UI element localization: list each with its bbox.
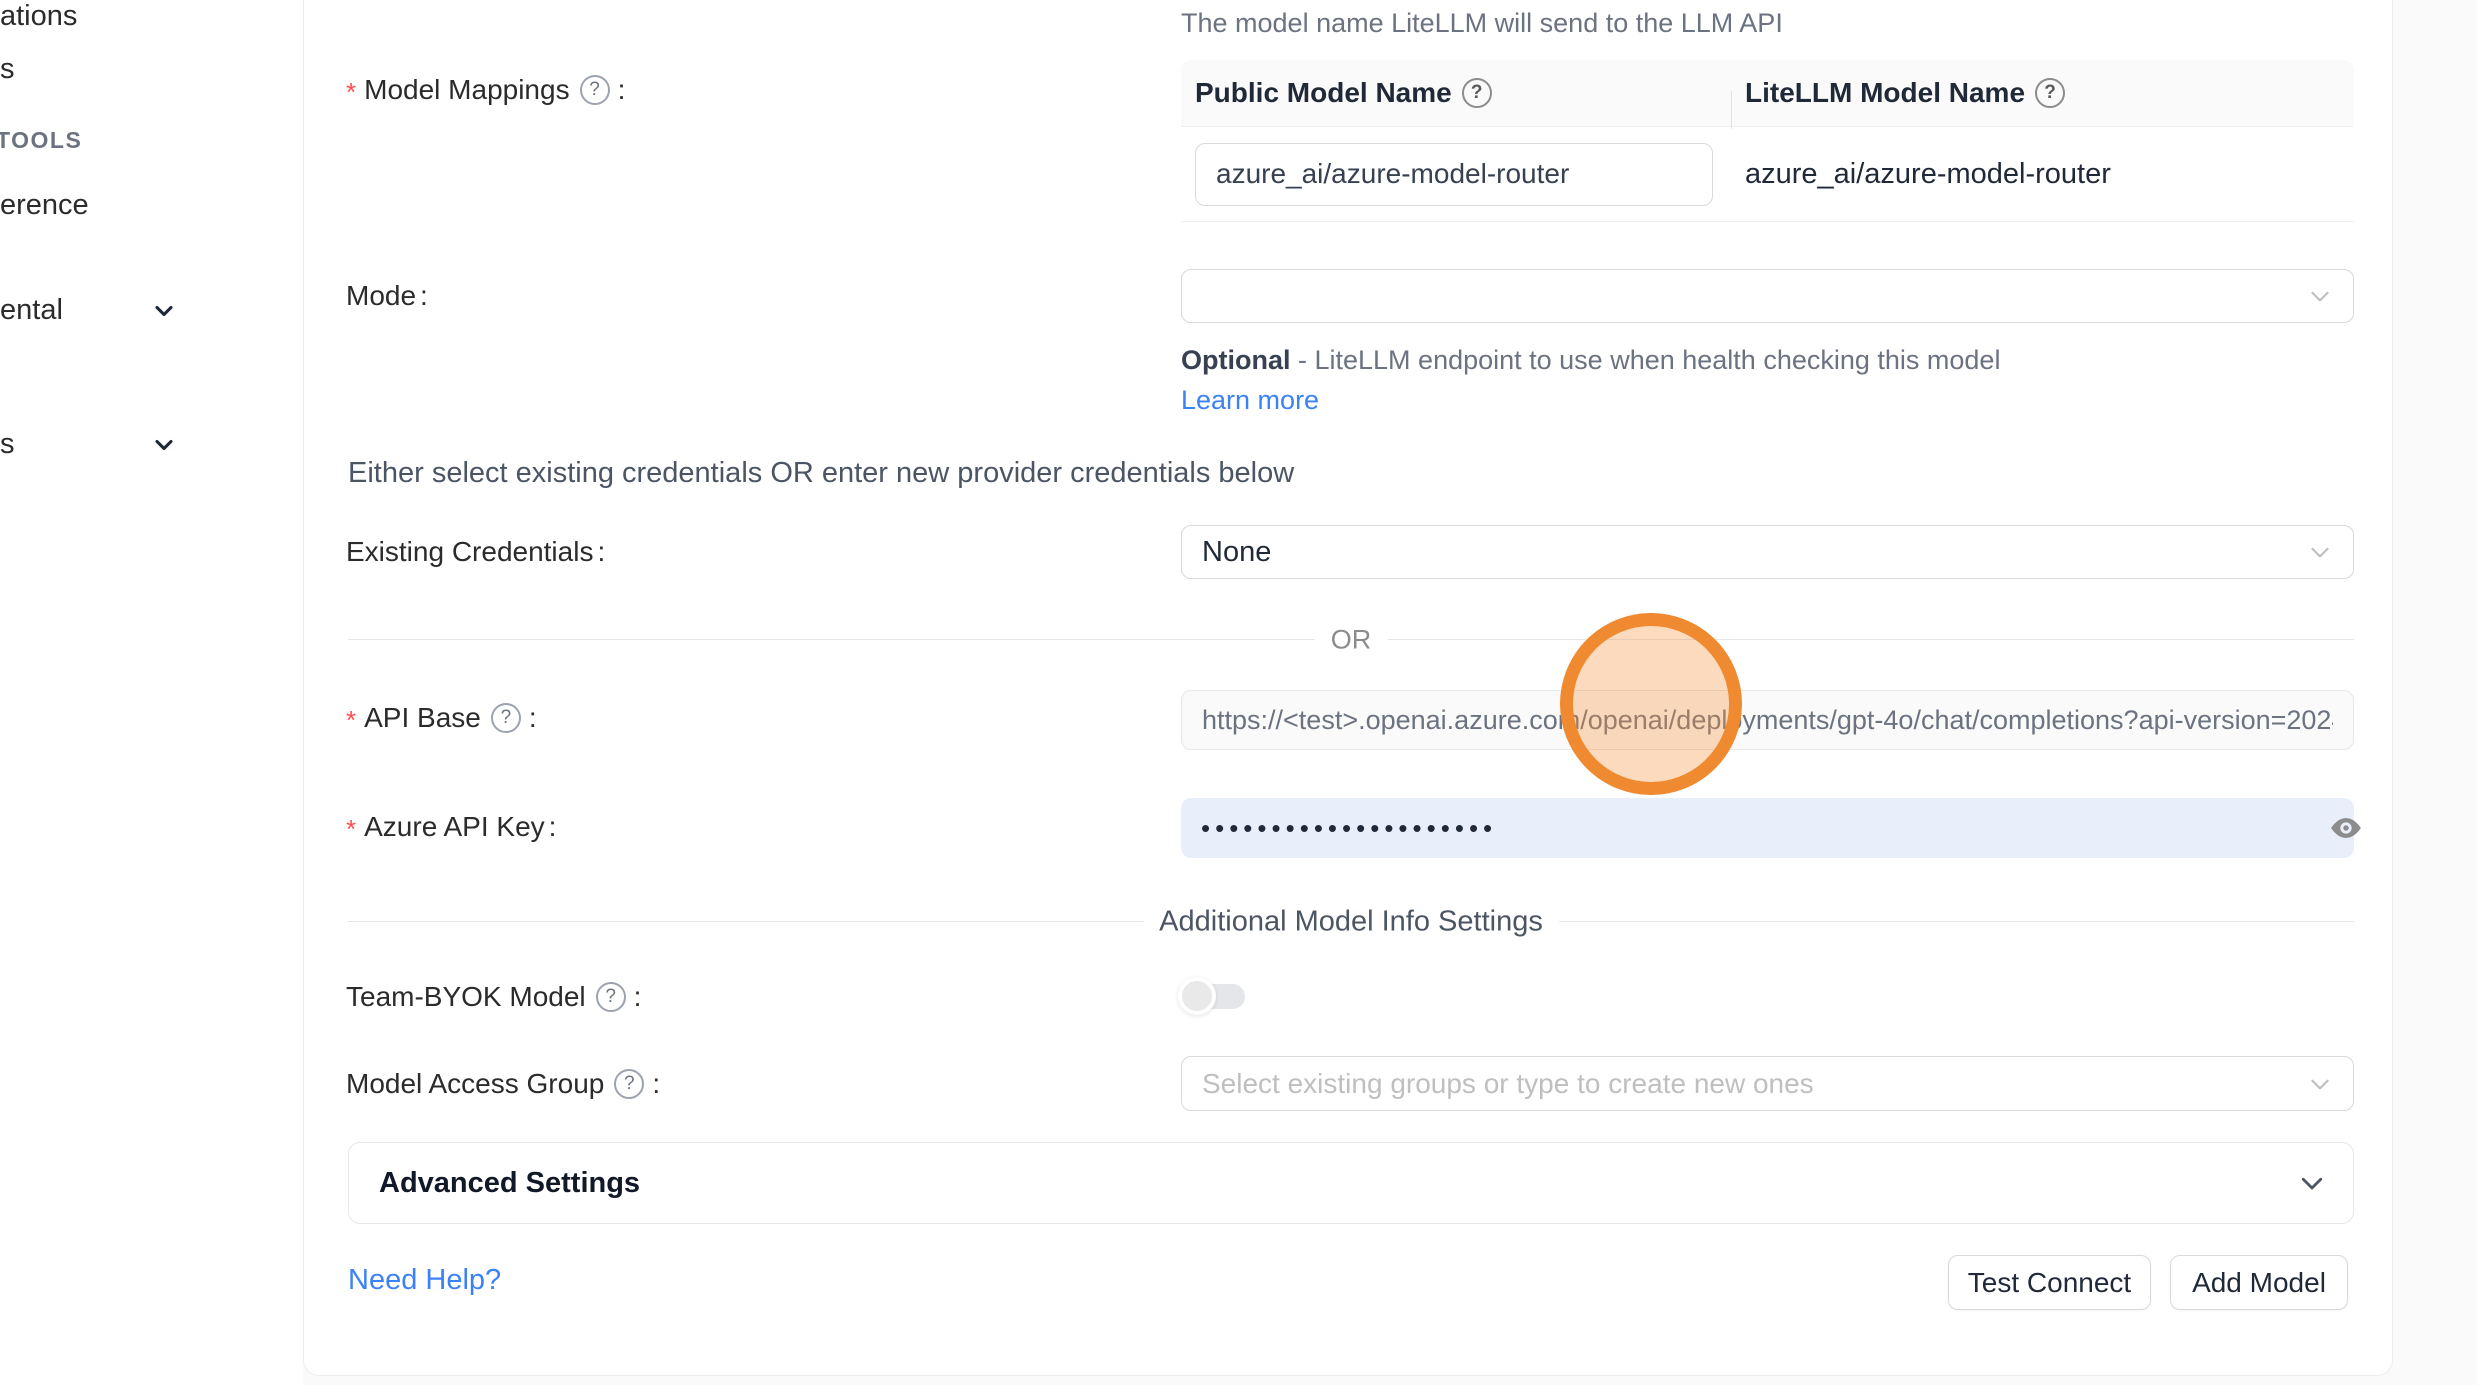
- model-access-group-label: Model Access Group ? :: [346, 1064, 660, 1104]
- team-byok-toggle[interactable]: [1181, 984, 1245, 1009]
- eye-icon: [2329, 811, 2363, 845]
- help-icon[interactable]: ?: [2035, 78, 2065, 108]
- sidebar-section-tools: TOOLS: [0, 127, 82, 154]
- sidebar: ations s TOOLS erence ental s: [0, 0, 303, 1385]
- advanced-settings-panel[interactable]: Advanced Settings: [348, 1142, 2354, 1224]
- team-byok-label: Team-BYOK Model ? :: [346, 977, 641, 1017]
- chevron-down-icon[interactable]: [150, 297, 178, 325]
- sidebar-item-clipped-1[interactable]: ations: [0, 0, 77, 33]
- existing-credentials-select[interactable]: None: [1181, 525, 2354, 579]
- column-header-public-model-name: Public Model Name ?: [1181, 77, 1731, 109]
- chevron-down-icon[interactable]: [150, 431, 178, 459]
- public-model-name-cell: [1181, 143, 1731, 206]
- learn-more-link[interactable]: Learn more: [1181, 385, 1319, 415]
- sidebar-item-clipped-2[interactable]: s: [0, 53, 15, 86]
- existing-credentials-label: Existing Credentials :: [346, 532, 605, 572]
- chevron-down-icon: [2297, 1168, 2327, 1198]
- required-asterisk: *: [346, 814, 356, 845]
- model-mappings-table: Public Model Name ? LiteLLM Model Name ?…: [1181, 60, 2354, 222]
- or-divider: OR: [348, 639, 2354, 640]
- additional-info-divider: Additional Model Info Settings: [348, 921, 2354, 922]
- help-icon[interactable]: ?: [596, 982, 626, 1012]
- help-icon[interactable]: ?: [491, 703, 521, 733]
- required-asterisk: *: [346, 77, 356, 108]
- azure-api-key-label: * Azure API Key :: [346, 807, 556, 847]
- model-access-group-select[interactable]: Select existing groups or type to create…: [1181, 1056, 2354, 1111]
- public-model-name-input[interactable]: [1195, 143, 1713, 206]
- mode-label: Mode :: [346, 276, 428, 316]
- mode-select[interactable]: [1181, 269, 2354, 323]
- add-model-form-card: The model name LiteLLM will send to the …: [303, 0, 2393, 1376]
- api-base-label: * API Base ? :: [346, 698, 537, 738]
- azure-api-key-input[interactable]: •••••••••••••••••••••: [1181, 798, 2354, 858]
- api-base-input[interactable]: [1181, 690, 2354, 750]
- litellm-model-name-cell: azure_ai/azure-model-router: [1731, 158, 2354, 191]
- help-icon[interactable]: ?: [580, 75, 610, 105]
- model-name-hint: The model name LiteLLM will send to the …: [1181, 8, 1783, 39]
- need-help-link[interactable]: Need Help?: [348, 1264, 501, 1297]
- chevron-down-icon: [2307, 283, 2333, 309]
- sidebar-item-clipped-5[interactable]: s: [0, 428, 15, 461]
- chevron-down-icon: [2307, 539, 2333, 565]
- help-icon[interactable]: ?: [614, 1069, 644, 1099]
- add-model-button[interactable]: Add Model: [2170, 1255, 2348, 1310]
- sidebar-item-clipped-3[interactable]: erence: [0, 189, 89, 222]
- column-header-litellm-model-name: LiteLLM Model Name ?: [1731, 77, 2354, 109]
- sidebar-item-clipped-4[interactable]: ental: [0, 294, 63, 327]
- mode-help-text: Optional - LiteLLM endpoint to use when …: [1181, 340, 2026, 420]
- table-header-row: Public Model Name ? LiteLLM Model Name ?: [1181, 60, 2354, 127]
- toggle-knob: [1178, 977, 1216, 1015]
- help-icon[interactable]: ?: [1462, 78, 1492, 108]
- test-connect-button[interactable]: Test Connect: [1948, 1255, 2151, 1310]
- credentials-note: Either select existing credentials OR en…: [348, 457, 1294, 490]
- chevron-down-icon: [2307, 1071, 2333, 1097]
- toggle-password-visibility-button[interactable]: [2324, 798, 2368, 858]
- required-asterisk: *: [346, 705, 356, 736]
- model-mappings-label: * Model Mappings ? :: [346, 70, 625, 110]
- table-row: azure_ai/azure-model-router: [1181, 127, 2354, 222]
